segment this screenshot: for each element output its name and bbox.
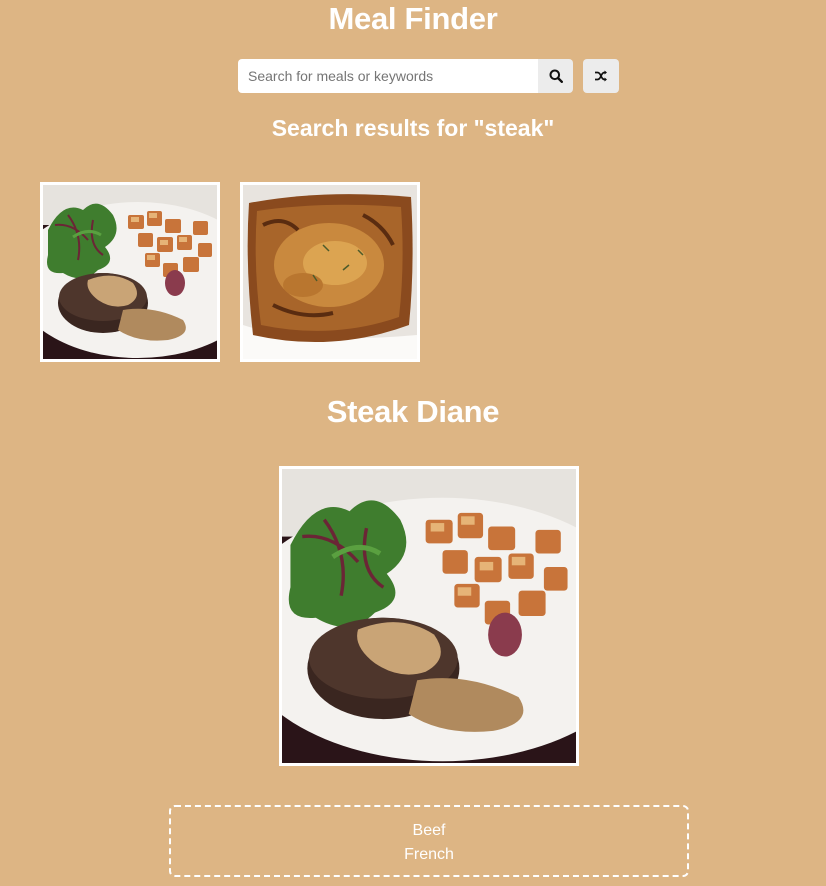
meal-image-steak-pie (243, 185, 417, 359)
app-title: Meal Finder (328, 1, 498, 36)
search-form (238, 59, 573, 93)
search-button[interactable] (538, 59, 573, 93)
meal-area: French (404, 846, 454, 863)
meal-image-steak-diane-large (282, 469, 576, 763)
shuffle-icon (595, 70, 607, 82)
meal-category-box: Beef French (169, 805, 689, 877)
meal-category: Beef (412, 822, 446, 839)
meal-result-steak-diane[interactable] (40, 182, 220, 362)
meal-result-steak-pie[interactable] (240, 182, 420, 362)
meal-image-steak-diane (43, 185, 217, 359)
meal-detail-title: Steak Diane (326, 394, 500, 429)
search-icon (549, 69, 563, 83)
results-heading: Search results for "steak" (271, 115, 555, 141)
meal-detail-image (279, 466, 579, 766)
random-meal-button[interactable] (583, 59, 619, 93)
search-input[interactable] (238, 59, 538, 93)
